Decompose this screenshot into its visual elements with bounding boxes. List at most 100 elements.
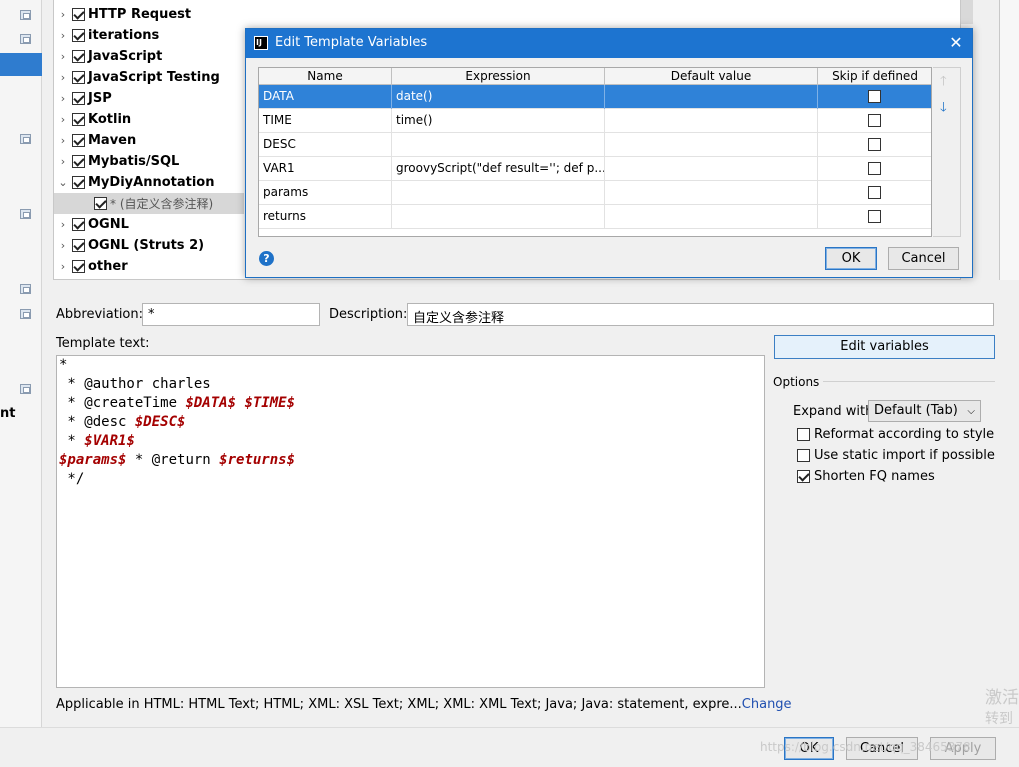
skip-if-defined-checkbox[interactable] [868, 186, 881, 199]
tree-item[interactable]: › other [54, 256, 128, 277]
tree-item-checkbox[interactable] [72, 134, 85, 147]
shorten-fq-checkbox[interactable] [797, 470, 810, 483]
copy-icon[interactable] [20, 134, 31, 144]
chevron-right-icon[interactable]: › [54, 113, 72, 126]
tree-item[interactable]: › OGNL [54, 214, 129, 235]
chevron-right-icon[interactable]: › [54, 92, 72, 105]
reformat-option[interactable]: Reformat according to style [797, 427, 994, 442]
dialog-ok-button[interactable]: OK [825, 247, 877, 270]
close-icon[interactable]: ✕ [944, 32, 968, 54]
variable-row[interactable]: VAR1 groovyScript("def result=''; def p..… [259, 157, 931, 181]
variables-table[interactable]: Name Expression Default value Skip if de… [258, 67, 932, 237]
variable-row[interactable]: DATA date() [259, 85, 931, 109]
change-link[interactable]: Change [742, 697, 792, 712]
variable-row[interactable]: returns [259, 205, 931, 229]
skip-if-defined-cell[interactable] [818, 109, 931, 133]
tree-item-checkbox[interactable] [72, 113, 85, 126]
move-up-icon[interactable]: 🡑 [940, 72, 947, 94]
tree-item-checkbox[interactable] [72, 155, 85, 168]
tree-item[interactable]: › Kotlin [54, 109, 131, 130]
skip-if-defined-checkbox[interactable] [868, 210, 881, 223]
column-header-default-value[interactable]: Default value [605, 68, 818, 85]
variable-expression-cell[interactable] [392, 133, 605, 157]
static-import-option[interactable]: Use static import if possible [797, 448, 995, 463]
tree-item[interactable]: › JavaScript [54, 46, 163, 67]
shorten-fq-option[interactable]: Shorten FQ names [797, 469, 935, 484]
variable-row[interactable]: params [259, 181, 931, 205]
tree-child-checkbox[interactable] [94, 197, 107, 210]
variable-expression-cell[interactable] [392, 205, 605, 229]
column-header-expression[interactable]: Expression [392, 68, 605, 85]
variable-default-value-cell[interactable] [605, 85, 818, 109]
variable-name-cell[interactable]: DATA [259, 85, 392, 109]
variable-expression-cell[interactable]: time() [392, 109, 605, 133]
tree-item[interactable]: › OGNL (Struts 2) [54, 235, 204, 256]
variable-expression-cell[interactable]: date() [392, 85, 605, 109]
chevron-right-icon[interactable]: › [54, 29, 72, 42]
tree-item[interactable]: ⌄ MyDiyAnnotation [54, 172, 214, 193]
variable-expression-cell[interactable] [392, 181, 605, 205]
variable-default-value-cell[interactable] [605, 133, 818, 157]
chevron-right-icon[interactable]: › [54, 155, 72, 168]
copy-icon[interactable] [20, 209, 31, 219]
tree-child-item-selected[interactable]: * (自定义含参注释) [54, 193, 244, 214]
skip-if-defined-checkbox[interactable] [868, 138, 881, 151]
chevron-right-icon[interactable]: › [54, 8, 72, 21]
skip-if-defined-cell[interactable] [818, 205, 931, 229]
skip-if-defined-cell[interactable] [818, 157, 931, 181]
skip-if-defined-cell[interactable] [818, 85, 931, 109]
variable-default-value-cell[interactable] [605, 205, 818, 229]
tree-scrollbar[interactable] [961, 0, 973, 24]
tree-item-checkbox[interactable] [72, 71, 85, 84]
skip-if-defined-checkbox[interactable] [868, 114, 881, 127]
tree-item-checkbox[interactable] [72, 176, 85, 189]
skip-if-defined-cell[interactable] [818, 181, 931, 205]
tree-item[interactable]: › JSP [54, 88, 112, 109]
dialog-title-bar[interactable]: IJ Edit Template Variables ✕ [246, 29, 972, 58]
variable-row[interactable]: DESC [259, 133, 931, 157]
skip-if-defined-checkbox[interactable] [868, 162, 881, 175]
tree-item-checkbox[interactable] [72, 29, 85, 42]
skip-if-defined-cell[interactable] [818, 133, 931, 157]
tree-item-checkbox[interactable] [72, 239, 85, 252]
variable-name-cell[interactable]: params [259, 181, 392, 205]
tree-item-checkbox[interactable] [72, 8, 85, 21]
expand-with-select[interactable]: Default (Tab) ⌵ [868, 400, 981, 422]
chevron-down-icon[interactable]: ⌄ [54, 176, 72, 189]
help-icon[interactable]: ? [259, 251, 274, 266]
variable-name-cell[interactable]: TIME [259, 109, 392, 133]
variable-expression-cell[interactable]: groovyScript("def result=''; def p... [392, 157, 605, 181]
copy-icon[interactable] [20, 384, 31, 394]
tree-item-checkbox[interactable] [72, 50, 85, 63]
static-import-checkbox[interactable] [797, 449, 810, 462]
chevron-right-icon[interactable]: › [54, 50, 72, 63]
tree-item[interactable]: › HTTP Request [54, 4, 191, 25]
variable-row[interactable]: TIME time() [259, 109, 931, 133]
tree-item[interactable]: › Maven [54, 130, 136, 151]
variable-name-cell[interactable]: returns [259, 205, 392, 229]
chevron-right-icon[interactable]: › [54, 71, 72, 84]
tree-item[interactable]: › iterations [54, 25, 159, 46]
chevron-right-icon[interactable]: › [54, 239, 72, 252]
move-down-icon[interactable]: 🡓 [940, 98, 947, 120]
dialog-cancel-button[interactable]: Cancel [888, 247, 959, 270]
column-header-skip-if-defined[interactable]: Skip if defined [818, 68, 931, 85]
copy-icon[interactable] [20, 34, 31, 44]
variable-default-value-cell[interactable] [605, 181, 818, 205]
tree-item-checkbox[interactable] [72, 92, 85, 105]
variable-name-cell[interactable]: VAR1 [259, 157, 392, 181]
tree-item[interactable]: › JavaScript Testing [54, 67, 220, 88]
edit-variables-button[interactable]: Edit variables [774, 335, 995, 359]
variable-default-value-cell[interactable] [605, 109, 818, 133]
chevron-right-icon[interactable]: › [54, 260, 72, 273]
abbreviation-input[interactable]: * [142, 303, 320, 326]
chevron-right-icon[interactable]: › [54, 218, 72, 231]
copy-icon[interactable] [20, 284, 31, 294]
copy-icon[interactable] [20, 309, 31, 319]
reformat-checkbox[interactable] [797, 428, 810, 441]
description-input[interactable]: 自定义含参注释 [407, 303, 994, 326]
variable-name-cell[interactable]: DESC [259, 133, 392, 157]
tree-item-checkbox[interactable] [72, 218, 85, 231]
copy-icon[interactable] [20, 10, 31, 20]
tree-item[interactable]: › Mybatis/SQL [54, 151, 180, 172]
